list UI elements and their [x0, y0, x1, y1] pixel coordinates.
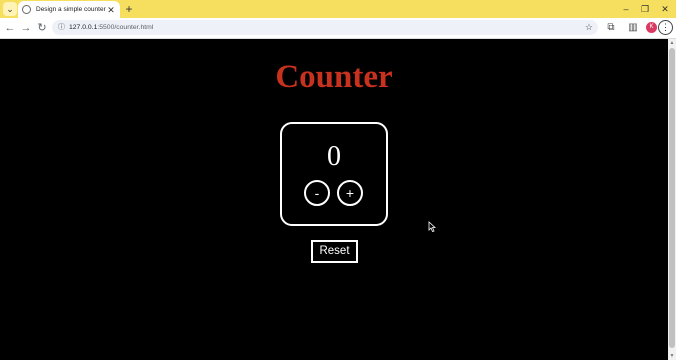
- reset-button[interactable]: Reset: [311, 240, 358, 263]
- scroll-down-arrow-icon[interactable]: ▼: [668, 352, 676, 360]
- decrement-button[interactable]: -: [304, 180, 330, 206]
- chevron-down-icon: ⌄: [6, 3, 14, 14]
- mouse-cursor-icon: [428, 221, 437, 232]
- scroll-up-arrow-icon[interactable]: ▲: [668, 39, 676, 47]
- tab-strip: ⌄ Design a simple counter ✕ + – ❐ ✕: [0, 0, 676, 18]
- restore-icon[interactable]: ❐: [637, 2, 653, 16]
- scroll-thumb[interactable]: [669, 48, 675, 348]
- close-window-icon[interactable]: ✕: [657, 2, 673, 16]
- profile-avatar[interactable]: K: [646, 22, 657, 33]
- side-panel-icon[interactable]: ▥: [626, 21, 640, 35]
- reload-icon[interactable]: ↻: [35, 21, 49, 35]
- address-bar[interactable]: ⓘ 127.0.0.1:5500/counter.html ☆: [52, 20, 598, 35]
- globe-icon: [22, 5, 31, 14]
- counter-box: 0 - +: [280, 122, 388, 226]
- url-host: 127.0.0.1: [69, 24, 98, 31]
- tab-title: Design a simple counter: [36, 6, 106, 13]
- url-path: :5500/counter.html: [97, 24, 154, 31]
- back-arrow-icon[interactable]: ←: [3, 21, 17, 35]
- bookmark-star-icon[interactable]: ☆: [585, 22, 593, 33]
- site-info-icon[interactable]: ⓘ: [57, 23, 66, 32]
- menu-kebab-icon[interactable]: ⋮: [658, 20, 673, 35]
- increment-button[interactable]: +: [337, 180, 363, 206]
- forward-arrow-icon[interactable]: →: [19, 21, 33, 35]
- minimize-icon[interactable]: –: [618, 2, 634, 16]
- count-value: 0: [327, 141, 341, 172]
- url-text[interactable]: 127.0.0.1:5500/counter.html: [69, 22, 153, 33]
- browser-toolbar: ← → ↻ ⓘ 127.0.0.1:5500/counter.html ☆ ⧉ …: [0, 18, 676, 39]
- page-content: Counter 0 - + Reset: [0, 39, 668, 360]
- tab-search-button[interactable]: ⌄: [3, 2, 17, 16]
- new-tab-button[interactable]: +: [123, 3, 135, 15]
- scrollbar[interactable]: ▲ ▼: [668, 39, 676, 360]
- extensions-icon[interactable]: ⧉: [604, 21, 618, 35]
- page-heading: Counter: [275, 59, 393, 95]
- browser-tab[interactable]: Design a simple counter ✕: [18, 1, 120, 18]
- close-tab-icon[interactable]: ✕: [106, 5, 116, 15]
